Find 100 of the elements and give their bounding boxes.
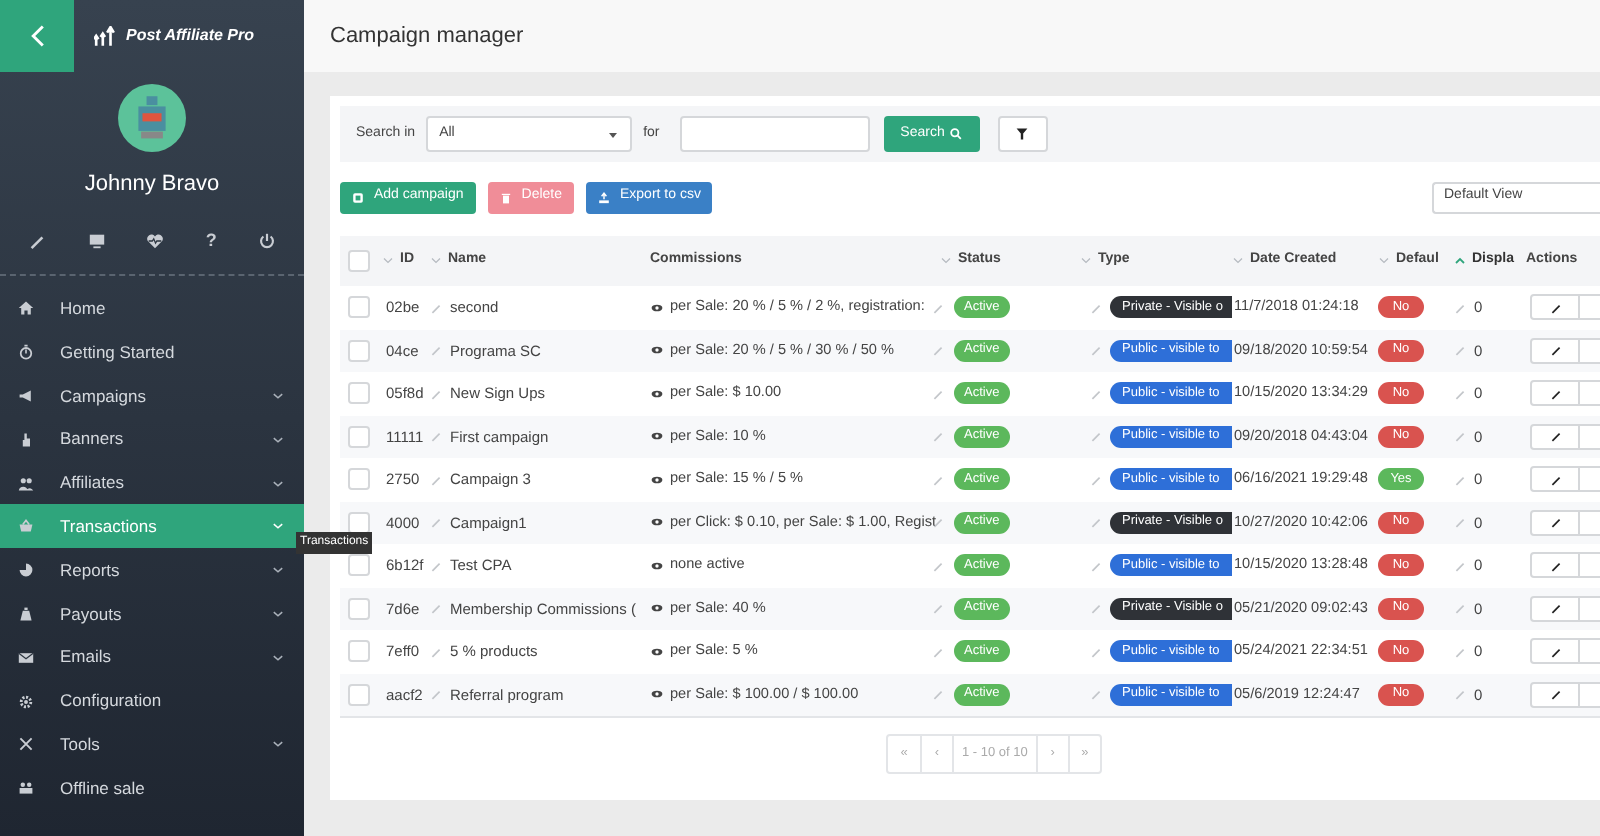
edit-button[interactable] bbox=[1530, 681, 1580, 708]
megaphone-icon bbox=[18, 387, 34, 404]
logo-text: Post Affiliate Pro bbox=[126, 24, 255, 48]
avatar-icon bbox=[118, 84, 186, 152]
pencil-icon bbox=[1549, 473, 1561, 486]
eye-icon[interactable] bbox=[650, 430, 664, 443]
sort-icon[interactable] bbox=[1080, 256, 1092, 266]
checkbox[interactable] bbox=[348, 511, 370, 534]
action-button[interactable] bbox=[1580, 595, 1600, 622]
home-icon bbox=[18, 300, 34, 317]
tools-icon bbox=[18, 736, 34, 753]
pie-chart-icon bbox=[18, 562, 34, 579]
filter-button[interactable] bbox=[997, 116, 1048, 152]
menu-item[interactable]: Configuration bbox=[0, 679, 304, 723]
eye-icon[interactable] bbox=[650, 473, 664, 486]
menu-item[interactable]: Reports bbox=[0, 548, 304, 593]
checkbox[interactable] bbox=[348, 597, 370, 620]
checkbox[interactable] bbox=[348, 339, 370, 362]
action-button[interactable] bbox=[1580, 466, 1600, 493]
envelope-icon bbox=[18, 649, 34, 666]
heart-pulse-icon[interactable] bbox=[146, 232, 165, 250]
menu-item[interactable]: Banners bbox=[0, 417, 304, 462]
eye-icon[interactable] bbox=[650, 688, 664, 701]
menu-item[interactable]: Campaigns bbox=[0, 374, 304, 418]
action-button[interactable] bbox=[1580, 294, 1600, 321]
trash-icon bbox=[499, 191, 512, 203]
logo-icon bbox=[94, 25, 116, 47]
filter-icon bbox=[1016, 128, 1029, 140]
eye-icon[interactable] bbox=[650, 645, 664, 658]
caret-icon bbox=[607, 129, 618, 139]
pencil-icon bbox=[1549, 430, 1561, 443]
checkbox[interactable] bbox=[348, 554, 370, 577]
checkbox[interactable] bbox=[348, 425, 370, 448]
pencil-icon[interactable] bbox=[932, 516, 944, 529]
eye-icon[interactable] bbox=[650, 301, 664, 314]
sort-icon[interactable] bbox=[430, 256, 442, 266]
menu-item[interactable]: Emails bbox=[0, 635, 304, 680]
menu-item[interactable]: Home bbox=[0, 287, 304, 331]
edit-button[interactable] bbox=[1530, 509, 1580, 536]
action-button[interactable] bbox=[1580, 509, 1600, 536]
help-button[interactable]: ? bbox=[205, 232, 217, 250]
pencil-icon bbox=[1549, 559, 1561, 572]
action-button[interactable] bbox=[1580, 380, 1600, 407]
search-icon bbox=[950, 128, 963, 140]
menu-item[interactable]: Getting Started bbox=[0, 330, 304, 375]
edit-button[interactable] bbox=[1530, 638, 1580, 665]
pencil-icon bbox=[1549, 387, 1561, 400]
action-button[interactable] bbox=[1580, 638, 1600, 665]
action-button[interactable] bbox=[1580, 337, 1600, 364]
eye-icon[interactable] bbox=[650, 387, 664, 400]
menu-item[interactable]: Tools bbox=[0, 722, 304, 767]
pencil-icon bbox=[1549, 602, 1561, 615]
edit-button[interactable] bbox=[1530, 466, 1580, 493]
edit-button[interactable] bbox=[1530, 423, 1580, 450]
plus-square-icon bbox=[352, 191, 364, 203]
search-field[interactable] bbox=[679, 116, 870, 152]
sort-ascending-icon[interactable] bbox=[1454, 256, 1466, 266]
edit-button[interactable] bbox=[1530, 380, 1580, 407]
menu-item[interactable]: Payouts bbox=[0, 592, 304, 636]
bag-icon bbox=[18, 605, 34, 622]
checkbox[interactable] bbox=[348, 382, 370, 405]
action-button[interactable] bbox=[1580, 681, 1600, 708]
monitor-icon[interactable] bbox=[87, 232, 106, 250]
power-icon[interactable] bbox=[258, 232, 276, 250]
edit-button[interactable] bbox=[1530, 294, 1580, 321]
checkbox[interactable] bbox=[348, 640, 370, 663]
gear-icon bbox=[18, 693, 34, 710]
edit-button[interactable] bbox=[1530, 595, 1580, 622]
eye-icon[interactable] bbox=[650, 559, 664, 572]
hand-icon bbox=[18, 431, 34, 448]
sort-icon[interactable] bbox=[1378, 256, 1390, 266]
sort-icon[interactable] bbox=[940, 256, 952, 266]
user-name: Johnny Bravo bbox=[82, 170, 222, 200]
checkbox[interactable] bbox=[348, 683, 370, 706]
pencil-icon[interactable] bbox=[28, 232, 46, 250]
menu-item[interactable]: Offline sale bbox=[0, 766, 304, 811]
eye-icon[interactable] bbox=[650, 344, 664, 357]
eye-icon[interactable] bbox=[650, 602, 664, 615]
pencil-icon bbox=[1549, 516, 1561, 529]
checkbox[interactable] bbox=[348, 468, 370, 491]
users-icon bbox=[18, 475, 34, 492]
action-button[interactable] bbox=[1580, 552, 1600, 579]
edit-button[interactable] bbox=[1530, 337, 1580, 364]
page-title: Campaign manager bbox=[330, 21, 524, 52]
back-button[interactable] bbox=[0, 0, 74, 72]
upload-icon bbox=[598, 191, 610, 203]
pencil-icon bbox=[1549, 301, 1561, 314]
checkbox[interactable] bbox=[348, 296, 370, 319]
checkbox[interactable] bbox=[348, 250, 370, 272]
pencil-icon bbox=[1549, 645, 1561, 658]
action-button[interactable] bbox=[1580, 423, 1600, 450]
pencil-icon bbox=[1549, 344, 1561, 357]
sort-icon[interactable] bbox=[382, 256, 394, 266]
stopwatch-icon bbox=[18, 344, 34, 361]
sort-icon[interactable] bbox=[1232, 256, 1244, 266]
pencil-icon bbox=[1549, 688, 1561, 701]
basket-icon bbox=[18, 518, 34, 535]
edit-button[interactable] bbox=[1530, 552, 1580, 579]
eye-icon[interactable] bbox=[650, 516, 664, 529]
menu-item[interactable]: Affiliates bbox=[0, 461, 304, 505]
